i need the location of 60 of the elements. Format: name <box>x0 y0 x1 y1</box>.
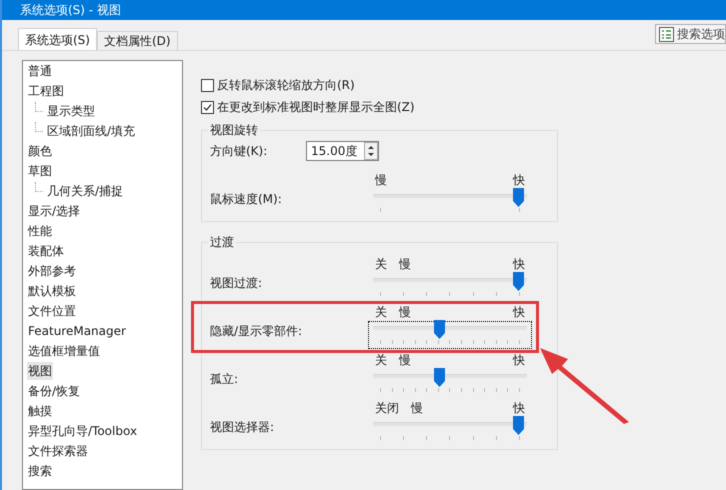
tree-item[interactable]: 几何关系/捕捉 <box>46 182 124 200</box>
slider-tick-label: 快 <box>513 257 525 273</box>
slider-tick-label: 快 <box>513 305 525 321</box>
slider-tick-label: 慢 <box>411 401 423 417</box>
slider-tick-label: 关 <box>375 257 387 273</box>
tree-item[interactable]: 默认模板 <box>27 282 77 300</box>
slider-tick-label: 慢 <box>375 173 387 189</box>
checkbox-label: 反转鼠标滚轮缩放方向(R) <box>217 77 355 94</box>
slider-tick-label: 关 <box>375 305 387 321</box>
tree-item[interactable]: 草图 <box>27 162 53 180</box>
tab[interactable]: 系统选项(S) <box>18 28 97 50</box>
slider-thumb[interactable] <box>434 320 445 339</box>
slider[interactable] <box>368 321 532 349</box>
slider-tick-label: 关闭 <box>375 401 399 417</box>
tab[interactable]: 文档属性(D) <box>96 31 178 50</box>
tree-item[interactable]: 选值框增量值 <box>27 342 101 360</box>
arrow-keys-label: 方向键(K): <box>210 143 268 160</box>
slider-tick-label: 快 <box>513 353 525 369</box>
tree-item[interactable]: 搜索 <box>27 462 53 480</box>
spin-box[interactable]: 15.00度 <box>306 141 379 161</box>
slider-label: 视图选择器: <box>209 419 276 436</box>
slider-label: 视图过渡: <box>209 275 264 292</box>
checkbox[interactable] <box>201 100 214 114</box>
slider-thumb[interactable] <box>513 272 524 291</box>
slider-tick-label: 慢 <box>399 257 411 273</box>
tree-item[interactable]: 颜色 <box>27 142 53 160</box>
slider-thumb[interactable] <box>434 368 445 387</box>
slider-tick-label: 快 <box>513 401 525 417</box>
spinner-arrows-icon[interactable] <box>364 142 378 160</box>
tree-item[interactable]: 备份/恢复 <box>27 382 82 400</box>
slider-tick-label: 关 <box>375 353 387 369</box>
tree-item[interactable]: 显示/选择 <box>27 202 82 220</box>
slider-tick-label: 慢 <box>399 305 411 321</box>
tree-item[interactable]: 性能 <box>27 222 53 240</box>
slider-tick-label: 慢 <box>399 353 411 369</box>
tree-item[interactable]: 装配体 <box>27 242 65 260</box>
tree-item[interactable]: 文件位置 <box>27 302 77 320</box>
checklist-icon <box>659 26 674 42</box>
tree-item[interactable]: 文件探索器 <box>27 442 89 460</box>
search-options-button[interactable]: 搜索选项 <box>655 24 726 44</box>
tree-item[interactable]: 触摸 <box>27 402 53 420</box>
slider-label: 鼠标速度(M): <box>209 191 283 208</box>
checkbox[interactable] <box>201 78 214 92</box>
slider-label: 孤立: <box>209 371 240 388</box>
tree-item[interactable]: 视图 <box>27 362 53 380</box>
tree-item[interactable]: FeatureManager <box>27 322 127 340</box>
checkbox-label: 在更改到标准视图时整屏显示全图(Z) <box>217 99 415 116</box>
slider-thumb[interactable] <box>513 188 524 207</box>
tree-item[interactable]: 工程图 <box>27 82 65 100</box>
group-title: 过渡 <box>208 234 236 250</box>
tree-item[interactable]: 普通 <box>27 62 53 80</box>
tree-item[interactable]: 异型孔向导/Toolbox <box>27 422 138 440</box>
window-title: 系统选项(S) - 视图 <box>20 2 121 19</box>
slider-label: 隐藏/显示零部件: <box>209 323 304 340</box>
group-title: 视图旋转 <box>208 122 260 138</box>
tree-item[interactable]: 外部参考 <box>27 262 77 280</box>
tree-item[interactable]: 显示类型 <box>46 102 96 120</box>
slider-tick-label: 快 <box>513 173 525 189</box>
slider-thumb[interactable] <box>513 416 524 435</box>
tree-item[interactable]: 区域剖面线/填充 <box>46 122 136 140</box>
